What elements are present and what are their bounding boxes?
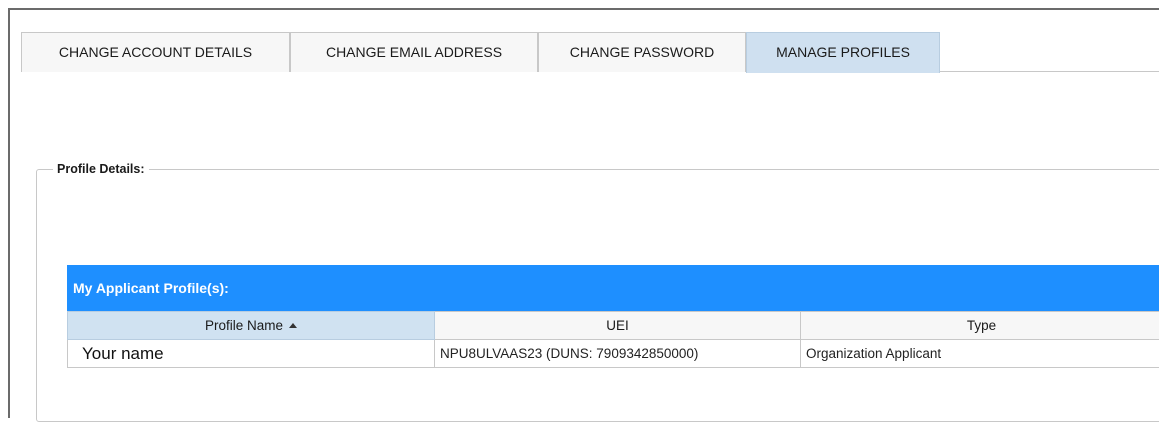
profile-details-legend: Profile Details:	[53, 162, 149, 176]
tab-change-email-address[interactable]: CHANGE EMAIL ADDRESS	[290, 32, 538, 72]
tab-bar: CHANGE ACCOUNT DETAILS CHANGE EMAIL ADDR…	[21, 32, 1159, 72]
column-header-profile-name[interactable]: Profile Name	[68, 312, 435, 340]
tab-manage-profiles[interactable]: MANAGE PROFILES	[746, 32, 940, 73]
tab-change-password[interactable]: CHANGE PASSWORD	[538, 32, 746, 72]
type-cell: Organization Applicant	[801, 340, 1159, 368]
table-header-row: Profile Name UEI Type	[68, 312, 1159, 340]
profile-name-cell[interactable]: Your name	[68, 340, 435, 368]
column-header-label: Type	[967, 318, 996, 333]
grid-caption: My Applicant Profile(s):	[67, 265, 1159, 311]
column-header-uei[interactable]: UEI	[435, 312, 801, 340]
sort-up-icon	[289, 323, 297, 328]
table-row[interactable]: Your name NPU8ULVAAS23 (DUNS: 7909342850…	[68, 340, 1159, 368]
uei-cell: NPU8ULVAAS23 (DUNS: 7909342850000)	[435, 340, 801, 368]
applicant-profiles-table: Profile Name UEI Type Your name NPU8ULVA…	[67, 311, 1159, 368]
tab-change-account-details[interactable]: CHANGE ACCOUNT DETAILS	[21, 32, 290, 72]
applicant-profiles-grid: My Applicant Profile(s): Profile Name UE…	[67, 265, 1159, 368]
column-header-label: UEI	[606, 318, 629, 333]
column-header-type[interactable]: Type	[801, 312, 1159, 340]
column-header-label: Profile Name	[205, 318, 283, 333]
